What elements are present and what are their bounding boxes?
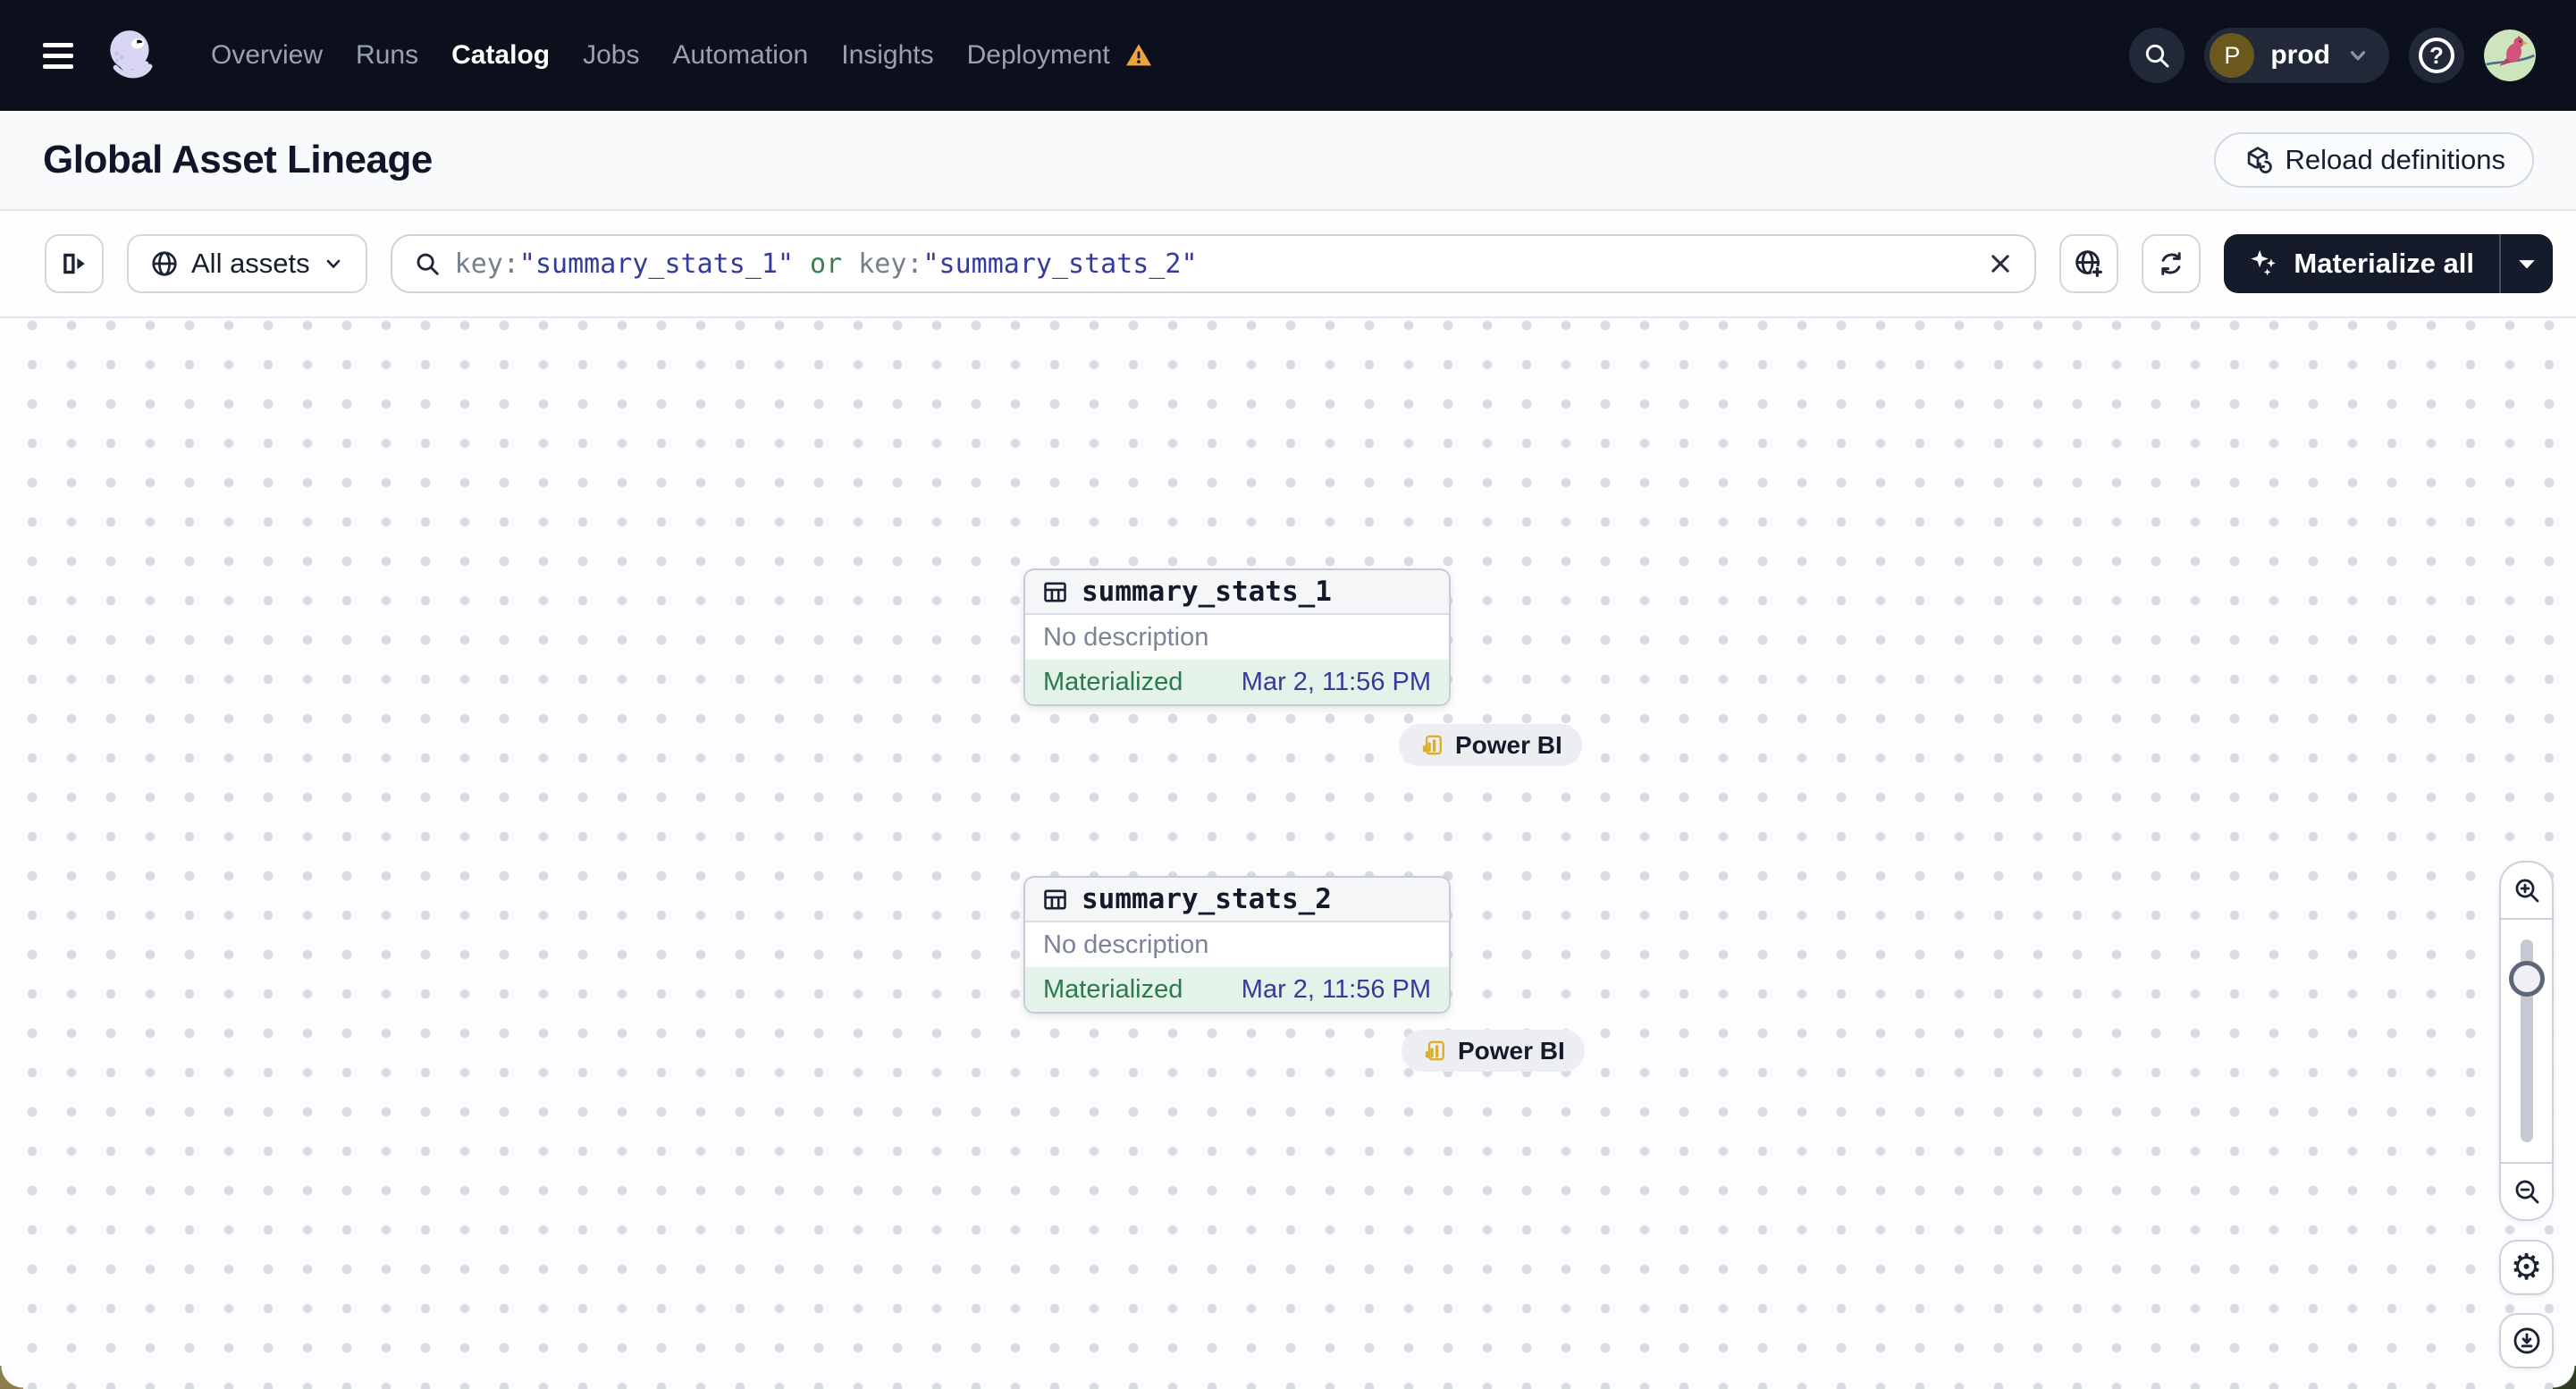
table-icon [1044,582,1066,602]
asset-node-header: summary_stats_2 [1025,878,1449,922]
chevron-down-icon [2350,51,2366,61]
materialization-timestamp[interactable]: Mar 2, 11:56 PM [1242,668,1431,697]
powerbi-tag-label: Power BI [1455,730,1562,759]
search-query: key:"summary_stats_1" or key:"summary_st… [454,248,1198,280]
clear-search-button[interactable] [1988,251,2013,276]
search-icon [2146,44,2169,68]
nav-item-runs[interactable]: Runs [356,40,418,71]
nav-links: Overview Runs Catalog Jobs Automation In… [211,40,1154,71]
open-left-panel-button[interactable] [45,234,104,293]
page-title: Global Asset Lineage [43,138,433,181]
powerbi-icon [1422,735,1442,755]
menu-icon[interactable] [43,42,73,69]
zoom-control-panel [2499,861,2554,1221]
download-image-button[interactable] [2499,1313,2554,1368]
sparkles-icon [2251,249,2277,276]
fetch-external-assets-button[interactable] [2059,234,2119,293]
asset-search-input[interactable]: key:"summary_stats_1" or key:"summary_st… [390,234,2037,293]
globe-icon [152,251,177,276]
nav-item-deployment[interactable]: Deployment [967,40,1110,71]
asset-status-row: Materialized Mar 2, 11:56 PM [1025,660,1449,704]
caret-down-icon [2519,259,2535,268]
table-icon [1044,889,1066,909]
nav-item-insights[interactable]: Insights [841,40,933,71]
search-icon [417,253,439,275]
graph-settings-button[interactable]: ⚙ [2499,1240,2554,1295]
refresh-button[interactable] [2142,234,2201,293]
deployment-name: prod [2270,40,2330,70]
chevron-down-icon [326,259,340,268]
download-icon [2513,1327,2539,1354]
asset-name: summary_stats_1 [1082,576,1332,608]
lineage-toolbar: All assets key:"summary_stats_1" or key:… [0,211,2576,318]
user-avatar[interactable] [2484,29,2536,81]
deployment-avatar: P [2210,33,2255,78]
zoom-slider-knob[interactable] [2508,961,2545,997]
gear-icon: ⚙ [2510,1247,2543,1288]
asset-group-filter-label: All assets [191,248,310,279]
nav-right-cluster: P prod ? [2129,28,2536,83]
reload-definitions-label: Reload definitions [2285,144,2505,175]
warning-icon [1125,44,1151,66]
materialize-all-button: Materialize all [2224,234,2553,293]
reload-cube-icon [2247,147,2272,173]
zoom-in-button[interactable] [2501,863,2552,918]
asset-status-row: Materialized Mar 2, 11:56 PM [1025,967,1449,1012]
powerbi-icon [1425,1040,1444,1061]
zoom-out-icon [2515,1180,2538,1204]
asset-node-summary-stats-1[interactable]: summary_stats_1 No description Materiali… [1023,568,1451,706]
zoom-out-button[interactable] [2501,1164,2552,1219]
search-button[interactable] [2129,28,2185,83]
nav-item-jobs[interactable]: Jobs [583,40,639,71]
asset-description: No description [1043,930,1209,959]
nav-item-automation[interactable]: Automation [672,40,808,71]
materialize-options-button[interactable] [2501,234,2553,293]
zoom-in-icon [2515,879,2538,903]
powerbi-tag[interactable]: Power BI [1402,1030,1585,1072]
window-corner-left [0,1366,23,1389]
zoom-slider[interactable] [2501,920,2552,1162]
help-button[interactable]: ? [2409,28,2464,83]
asset-name: summary_stats_2 [1082,883,1332,915]
top-nav: Overview Runs Catalog Jobs Automation In… [0,0,2576,111]
asset-group-filter[interactable]: All assets [127,234,367,293]
page-header: Global Asset Lineage Reload definitions [0,111,2576,211]
asset-node-header: summary_stats_1 [1025,570,1449,615]
status-badge: Materialized [1043,974,1183,1004]
asset-description: No description [1043,622,1209,652]
asset-node-summary-stats-2[interactable]: summary_stats_2 No description Materiali… [1023,876,1451,1014]
nav-item-catalog[interactable]: Catalog [451,40,550,71]
deployment-switcher[interactable]: P prod [2204,28,2389,83]
powerbi-tag-label: Power BI [1458,1036,1565,1065]
window-corner-right [2553,1366,2576,1389]
close-icon [1991,255,2010,273]
materialization-timestamp[interactable]: Mar 2, 11:56 PM [1242,975,1431,1005]
powerbi-tag[interactable]: Power BI [1399,724,1582,766]
status-badge: Materialized [1043,667,1183,696]
nav-item-overview[interactable]: Overview [211,40,323,71]
lineage-canvas[interactable]: summary_stats_1 No description Materiali… [0,318,2576,1389]
dagster-logo-icon[interactable] [102,26,161,85]
globe-plus-icon [2075,250,2104,278]
help-icon: ? [2419,38,2454,73]
refresh-icon [2161,252,2182,275]
materialize-all-label: Materialize all [2294,248,2474,279]
materialize-all-main[interactable]: Materialize all [2224,248,2499,280]
reload-definitions-button[interactable]: Reload definitions [2213,132,2534,188]
panel-expand-icon [63,253,85,274]
